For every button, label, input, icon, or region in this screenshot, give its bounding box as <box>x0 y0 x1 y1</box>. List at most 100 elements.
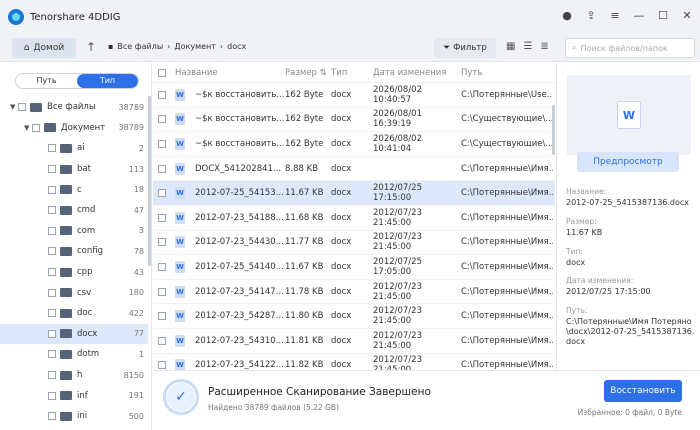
scan-status-subtitle: Найдено 38789 файлов (5.22 GB) <box>208 403 339 412</box>
checkbox[interactable] <box>158 139 166 148</box>
breadcrumb-item[interactable]: docx <box>227 42 246 51</box>
checkbox[interactable] <box>158 213 166 222</box>
breadcrumb-item[interactable]: Документ <box>174 42 216 51</box>
checkbox[interactable] <box>48 309 56 318</box>
tree-item-cpp[interactable]: cpp 43 <box>0 262 148 283</box>
checkbox[interactable] <box>48 412 56 421</box>
checkbox[interactable] <box>158 90 166 99</box>
column-date[interactable]: Дата изменения <box>373 68 461 78</box>
table-row[interactable]: W 2012-07-23_54122... 11.82 KB docx 2012/07/… <box>153 354 555 370</box>
table-row[interactable]: W ~$к восстановить... 162 Byte docx 2026/08/… <box>153 108 555 133</box>
table-row[interactable]: W 2012-07-23_54430... 11.77 KB docx 2012/07/… <box>153 231 555 256</box>
preview-button[interactable]: Предпросмотр <box>577 152 679 172</box>
checkbox[interactable] <box>48 329 56 338</box>
checkbox[interactable] <box>158 287 166 296</box>
up-arrow-icon[interactable]: ↑ <box>86 40 96 54</box>
column-name[interactable]: Название <box>175 68 265 78</box>
table-row[interactable]: W 2012-07-25_54140... 11.67 KB docx 2012/07/… <box>153 255 555 280</box>
selected-info: Избранное: 0 файл, 0 Byte <box>577 408 682 417</box>
checkbox[interactable] <box>32 123 40 132</box>
tree-item-ini[interactable]: ini 500 <box>0 406 148 427</box>
sidebar-scrollbar[interactable] <box>148 96 151 266</box>
tab-path[interactable]: Путь <box>16 74 77 88</box>
table-row[interactable]: W ~$к восстановить... 162 Byte docx 2026/08/… <box>153 83 555 108</box>
checkbox[interactable] <box>158 238 166 247</box>
column-type[interactable]: Тип <box>331 68 373 78</box>
folder-icon <box>60 370 72 380</box>
checkbox[interactable] <box>48 185 56 194</box>
checkbox[interactable] <box>158 164 166 173</box>
list-view-icon[interactable]: ☰ <box>523 41 532 52</box>
upload-icon[interactable]: ⇪ <box>584 9 598 23</box>
search-input[interactable]: ⌕ Поиск файлов/папок <box>565 38 695 58</box>
checkbox[interactable] <box>158 312 166 321</box>
close-icon[interactable]: ✕ <box>680 9 694 23</box>
word-document-icon: W <box>617 101 641 129</box>
checkbox[interactable] <box>48 391 56 400</box>
tree-item-all-files[interactable]: ▼ Все файлы 38789 <box>0 97 148 118</box>
filter-button[interactable]: ⏷ Фильтр <box>434 38 496 58</box>
grid-view-icon[interactable]: ▦ <box>506 41 515 52</box>
app-logo-icon <box>8 9 24 25</box>
chevron-down-icon[interactable]: ▼ <box>10 103 18 111</box>
table-row[interactable]: W DOCX_541202841... 8.88 KB docx C:\Потерянн… <box>153 157 555 182</box>
checkbox[interactable] <box>48 206 56 215</box>
checkbox[interactable] <box>48 165 56 174</box>
discord-icon[interactable]: ● <box>560 9 574 23</box>
tree-item-dotm[interactable]: dotm 1 <box>0 344 148 365</box>
checkbox[interactable] <box>158 115 166 124</box>
checkbox[interactable] <box>48 247 56 256</box>
tree-item-doc[interactable]: doc 422 <box>0 303 148 324</box>
meta-size: Размер: 11.67 KB <box>566 217 603 237</box>
checkbox[interactable] <box>48 288 56 297</box>
tree-item-document[interactable]: ▼ Документ 38789 <box>0 118 148 139</box>
checkbox[interactable] <box>158 336 166 345</box>
menu-icon[interactable]: ≡ <box>608 9 622 23</box>
table-row[interactable]: W 2012-07-23_54147... 11.78 KB docx 2012/07/… <box>153 280 555 305</box>
checkbox[interactable] <box>18 103 26 112</box>
checkbox[interactable] <box>48 226 56 235</box>
tree-item-ai[interactable]: ai 2 <box>0 138 148 159</box>
file-table: Название Размер ⇅ Тип Дата изменения Пут… <box>153 63 555 370</box>
word-file-icon: W <box>175 113 185 126</box>
restore-button[interactable]: Восстановить <box>604 380 682 402</box>
checkbox[interactable] <box>48 268 56 277</box>
search-placeholder: Поиск файлов/папок <box>580 43 668 53</box>
folder-icon <box>60 143 72 153</box>
table-row[interactable]: W 2012-07-23_54188... 11.68 KB docx 2012/07/… <box>153 206 555 231</box>
table-scrollbar[interactable] <box>552 105 555 155</box>
checkbox[interactable] <box>158 262 166 271</box>
breadcrumb-item[interactable]: Все файлы <box>117 42 163 51</box>
tree-item-h[interactable]: h 8150 <box>0 365 148 386</box>
table-row[interactable]: W 2012-07-23_54287... 11.80 KB docx 2012/07/… <box>153 304 555 329</box>
column-size[interactable]: Размер ⇅ <box>285 68 331 78</box>
type-tree: ▼ Все файлы 38789 ▼ Документ 38789 ai 2 b… <box>0 97 148 427</box>
table-row-selected[interactable]: W 2012-07-25_54153... 11.67 KB docx 2012/07/… <box>153 181 555 206</box>
checkbox[interactable] <box>48 371 56 380</box>
tree-item-inf[interactable]: inf 191 <box>0 385 148 406</box>
folder-icon <box>60 411 72 421</box>
checkbox[interactable] <box>158 189 166 198</box>
tree-item-cmd[interactable]: cmd 47 <box>0 200 148 221</box>
folder-icon <box>60 205 72 215</box>
tree-item-bat[interactable]: bat 113 <box>0 159 148 180</box>
home-button[interactable]: ⌂ Домой <box>12 38 76 58</box>
tree-item-com[interactable]: com 3 <box>0 221 148 242</box>
column-path[interactable]: Путь <box>461 68 553 78</box>
word-file-icon: W <box>175 88 185 101</box>
table-row[interactable]: W ~$к восстановить... 162 Byte docx 2026/08/… <box>153 132 555 157</box>
maximize-icon[interactable]: ☐ <box>656 9 670 23</box>
chevron-down-icon[interactable]: ▼ <box>24 124 32 132</box>
checkbox[interactable] <box>48 350 56 359</box>
tree-item-csv[interactable]: csv 180 <box>0 282 148 303</box>
tree-item-c[interactable]: c 18 <box>0 179 148 200</box>
select-all-checkbox[interactable] <box>158 68 166 77</box>
detail-view-icon[interactable]: ≣ <box>540 41 548 52</box>
checkbox[interactable] <box>158 361 166 370</box>
tree-item-config[interactable]: config 78 <box>0 241 148 262</box>
tree-item-docx[interactable]: docx 77 <box>0 323 148 345</box>
table-row[interactable]: W 2012-07-23_54310... 11.81 KB docx 2012/07/… <box>153 329 555 354</box>
minimize-icon[interactable]: — <box>632 9 646 23</box>
tab-type[interactable]: Тип <box>77 74 138 88</box>
checkbox[interactable] <box>48 144 56 153</box>
